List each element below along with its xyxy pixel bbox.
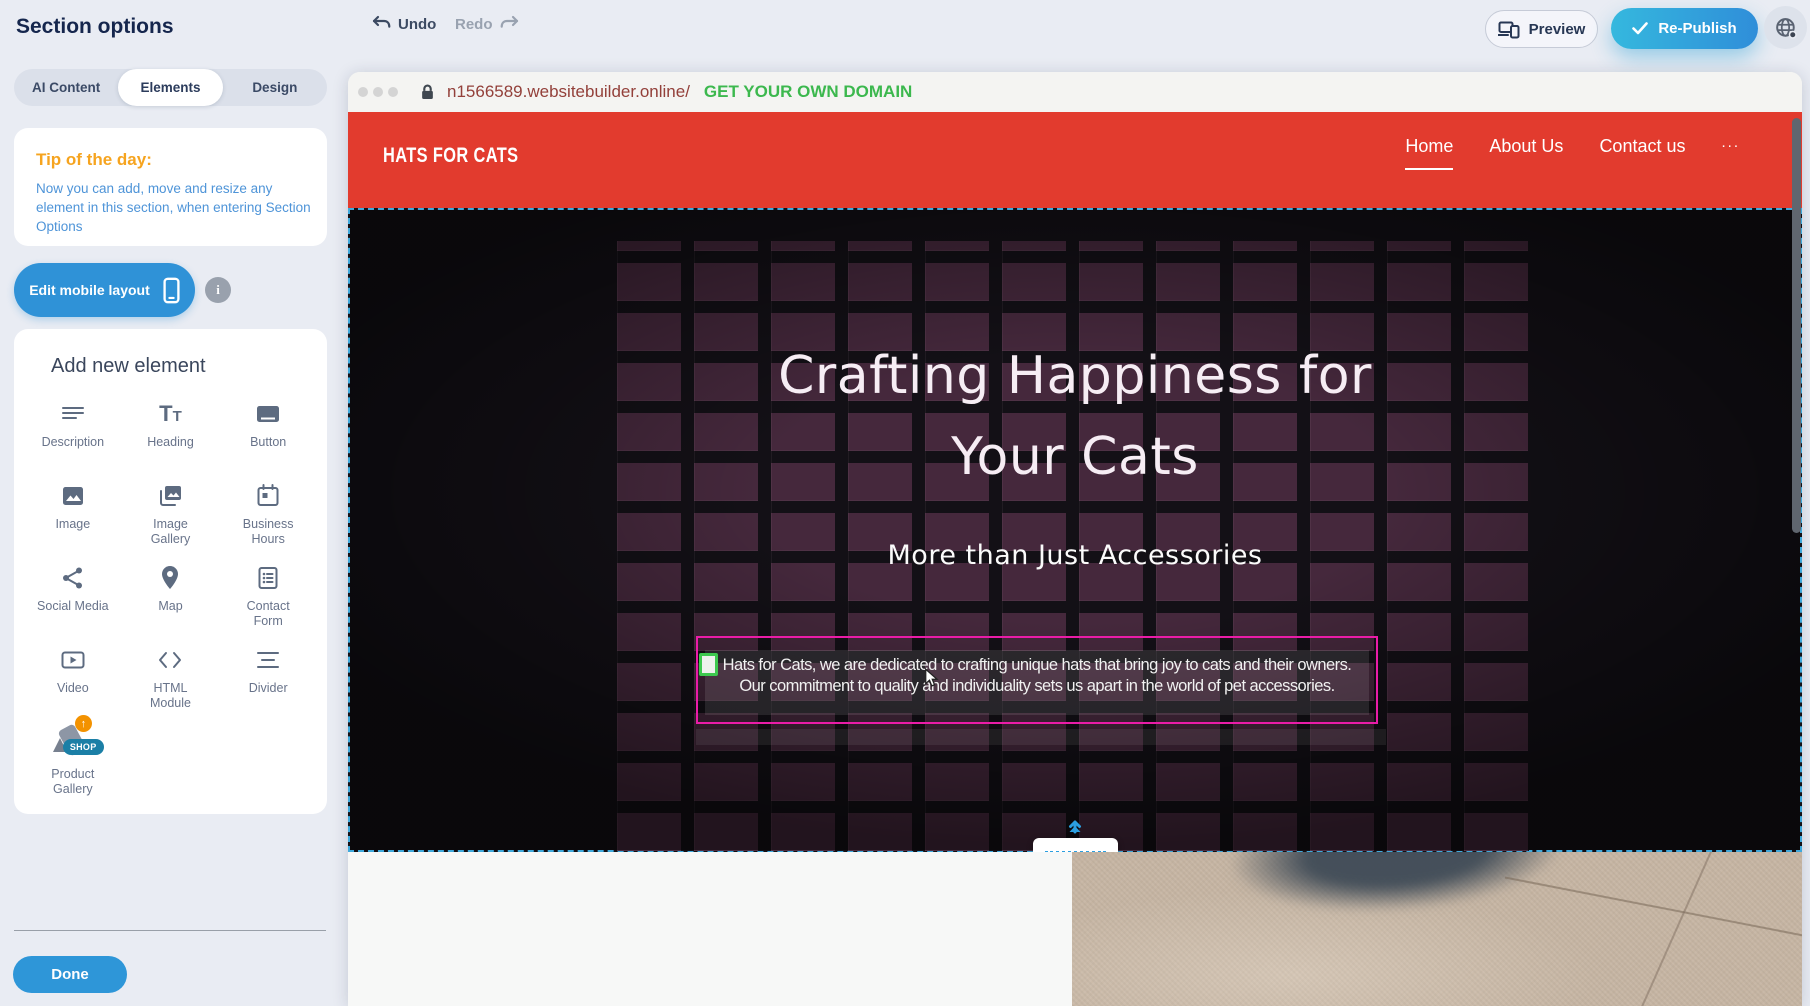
element-drag-handle[interactable] [699, 653, 718, 676]
nav-home[interactable]: Home [1405, 136, 1453, 170]
undo-button[interactable]: Undo [371, 15, 436, 33]
hero-title[interactable]: Crafting Happiness for Your Cats [350, 336, 1800, 498]
check-icon [1632, 22, 1648, 35]
map-pin-icon [156, 564, 184, 592]
upgrade-arrow-badge-icon: ↑ [75, 715, 92, 732]
nav-more-menu[interactable]: ... [1721, 134, 1740, 151]
tab-elements[interactable]: Elements [118, 69, 222, 106]
contact-form-icon [254, 564, 282, 592]
site-logo[interactable]: HATS FOR CATS [383, 144, 519, 168]
social-media-icon [59, 564, 87, 592]
selected-text-element[interactable]: Hats for Cats, we are dedicated to craft… [696, 636, 1378, 724]
app-root: Section options Undo Redo Preview Re-Pub… [0, 0, 1810, 1006]
edit-mobile-layout-button[interactable]: Edit mobile layout [14, 263, 195, 317]
nav-contact-us[interactable]: Contact us [1599, 136, 1685, 168]
element-item-map[interactable]: Map [122, 560, 220, 638]
window-dot [388, 87, 398, 97]
image-gallery-icon [156, 482, 184, 510]
next-section-blank [348, 852, 1072, 1006]
get-domain-link[interactable]: GET YOUR OWN DOMAIN [704, 82, 912, 102]
element-item-video[interactable]: Video [24, 642, 122, 720]
site-canvas: n1566589.websitebuilder.online/ GET YOUR… [348, 72, 1802, 1006]
mobile-phone-icon [163, 277, 180, 304]
element-item-business-hours[interactable]: Business Hours [219, 478, 317, 556]
business-hours-icon [254, 482, 282, 510]
sidebar-divider [14, 930, 326, 931]
photo-shadow [1229, 852, 1564, 921]
next-section-photo[interactable] [1072, 852, 1802, 1006]
hero-subtitle[interactable]: More than Just Accessories [350, 540, 1800, 571]
element-item-contact-form[interactable]: Contact Form [219, 560, 317, 638]
element-item-image[interactable]: Image [24, 478, 122, 556]
redo-icon [500, 15, 520, 33]
element-item-heading[interactable]: TT Heading [122, 396, 220, 474]
hero-paragraph: Hats for Cats, we are dedicated to craft… [698, 655, 1376, 697]
panel-tabs: AI Content Elements Design [14, 69, 327, 106]
canvas-scrollbar[interactable] [1792, 118, 1801, 533]
tab-ai-content[interactable]: AI Content [14, 69, 118, 106]
description-icon [59, 400, 87, 428]
window-dot [373, 87, 383, 97]
element-item-button[interactable]: Button [219, 396, 317, 474]
selected-hero-section[interactable]: Crafting Happiness for Your Cats More th… [348, 208, 1802, 852]
divider-icon [254, 646, 282, 674]
undo-icon [371, 15, 391, 33]
tip-body: Now you can add, move and resize any ele… [36, 179, 314, 236]
info-icon[interactable]: i [205, 277, 231, 303]
preview-button[interactable]: Preview [1485, 10, 1598, 48]
heading-icon: TT [159, 400, 182, 428]
element-item-social-media[interactable]: Social Media [24, 560, 122, 638]
redo-button[interactable]: Redo [455, 15, 520, 33]
republish-button[interactable]: Re-Publish [1611, 8, 1758, 49]
browser-url-bar: n1566589.websitebuilder.online/ GET YOUR… [348, 72, 1802, 112]
language-globe-button[interactable] [1764, 6, 1807, 49]
nav-about-us[interactable]: About Us [1489, 136, 1563, 168]
window-dot [358, 87, 368, 97]
site-header: HATS FOR CATS Home About Us Contact us .… [348, 112, 1802, 208]
tip-title: Tip of the day: [36, 150, 307, 170]
pavement-seam [1629, 852, 1716, 1006]
tip-of-the-day-card: Tip of the day: Now you can add, move an… [14, 128, 327, 246]
add-element-title: Add new element [51, 355, 317, 378]
element-item-description[interactable]: Description [24, 396, 122, 474]
site-nav: Home About Us Contact us ... [1405, 136, 1740, 170]
button-icon [254, 400, 282, 428]
page-title: Section options [16, 15, 174, 39]
product-gallery-icon: ↑ SHOP [51, 724, 95, 760]
element-hover-strip [696, 729, 1386, 745]
hero-vignette [350, 210, 1800, 850]
site-url: n1566589.websitebuilder.online/ [447, 82, 690, 102]
html-module-icon [156, 646, 184, 674]
mouse-cursor-icon [924, 668, 940, 688]
element-item-divider[interactable]: Divider [219, 642, 317, 720]
video-icon [59, 646, 87, 674]
element-item-product-gallery[interactable]: ↑ SHOP Product Gallery [24, 724, 122, 802]
element-grid: Description TT Heading Button Image [24, 396, 317, 802]
done-button[interactable]: Done [13, 956, 127, 993]
devices-icon [1498, 19, 1520, 39]
lock-icon [420, 83, 435, 101]
tab-design[interactable]: Design [223, 69, 327, 106]
image-icon [59, 482, 87, 510]
add-element-panel: Add new element Description TT Heading B… [14, 329, 327, 814]
element-item-html-module[interactable]: HTML Module [122, 642, 220, 720]
element-item-image-gallery[interactable]: Image Gallery [122, 478, 220, 556]
globe-icon [1774, 16, 1798, 40]
pavement-seam [1505, 877, 1802, 942]
shop-badge: SHOP [63, 739, 104, 755]
